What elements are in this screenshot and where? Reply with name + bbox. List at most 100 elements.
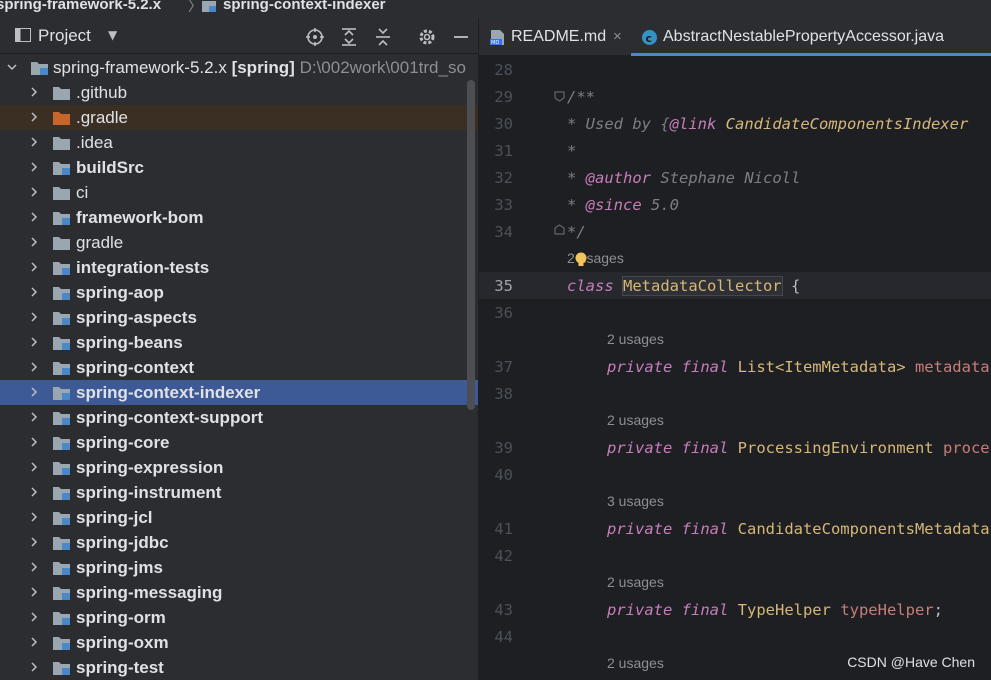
chevron-right-icon[interactable] xyxy=(28,586,40,598)
chevron-right-icon[interactable] xyxy=(28,286,40,298)
chevron-right-icon[interactable] xyxy=(28,611,40,623)
tree-item[interactable]: integration-tests xyxy=(0,255,478,280)
usages-hint[interactable]: 2 usages xyxy=(607,412,664,428)
chevron-right-icon[interactable] xyxy=(28,486,40,498)
code-token: * Used by { xyxy=(567,115,670,133)
line-number: 32 xyxy=(494,169,513,187)
tree-item[interactable]: spring-context xyxy=(0,355,478,380)
tree-item[interactable]: spring-context-support xyxy=(0,405,478,430)
tree-item[interactable]: spring-jdbc xyxy=(0,530,478,555)
breadcrumb-project[interactable]: spring-framework-5.2.x xyxy=(0,0,161,13)
usages-hint[interactable]: 3 usages xyxy=(607,493,664,509)
tree-item[interactable]: gradle xyxy=(0,230,478,255)
tree-item[interactable]: spring-beans xyxy=(0,330,478,355)
chevron-right-icon[interactable] xyxy=(28,636,40,648)
scrollbar-thumb[interactable] xyxy=(467,80,475,410)
tree-item[interactable]: ci xyxy=(0,180,478,205)
module-folder-icon xyxy=(53,437,70,450)
line-number: 31 xyxy=(494,142,513,160)
locate-icon[interactable] xyxy=(305,27,325,47)
tab-abstract-nestable-property-accessor[interactable]: c AbstractNestablePropertyAccessor.java xyxy=(631,18,991,56)
line-number: 36 xyxy=(494,304,513,322)
tree-item-label: spring-jms xyxy=(76,558,163,577)
chevron-right-icon[interactable] xyxy=(28,86,40,98)
code-token: processingEnvironment xyxy=(942,439,991,457)
chevron-right-icon[interactable] xyxy=(28,111,40,123)
code-text: private final CandidateComponentsMetadat… xyxy=(607,520,990,538)
chevron-right-icon[interactable] xyxy=(28,361,40,373)
tree-item[interactable]: spring-core xyxy=(0,430,478,455)
code-view[interactable]: 28 29 /** 30 * Used by {@link CandidateC… xyxy=(479,56,991,680)
chevron-right-icon[interactable] xyxy=(28,411,40,423)
chevron-right-icon[interactable] xyxy=(28,211,40,223)
chevron-down-icon[interactable] xyxy=(6,61,18,73)
breadcrumb: spring-framework-5.2.x 〉 spring-context-… xyxy=(0,0,991,18)
tree-item[interactable]: spring-orm xyxy=(0,605,478,630)
tree-item[interactable]: spring-expression xyxy=(0,455,478,480)
chevron-right-icon[interactable] xyxy=(28,661,40,673)
editor-area: MD README.md × c AbstractNestablePropert… xyxy=(479,18,991,680)
fold-icon[interactable] xyxy=(554,224,565,235)
close-icon[interactable]: × xyxy=(613,28,622,45)
tree-item[interactable]: .github xyxy=(0,80,478,105)
code-token: ; xyxy=(933,601,943,619)
module-folder-icon xyxy=(53,337,70,350)
tree-item[interactable]: spring-messaging xyxy=(0,580,478,605)
chevron-right-icon[interactable] xyxy=(28,511,40,523)
tree-item[interactable]: spring-jcl xyxy=(0,505,478,530)
code-token: ProcessingEnvironment xyxy=(737,439,943,457)
project-view-title[interactable]: Project xyxy=(38,26,91,46)
code-token: @link xyxy=(669,115,717,133)
tree-item[interactable]: .idea xyxy=(0,130,478,155)
usages-hint[interactable]: 2 usages xyxy=(607,655,664,671)
chevron-right-icon[interactable] xyxy=(28,236,40,248)
usages-hint[interactable]: 2 usages xyxy=(607,331,664,347)
chevron-right-icon[interactable] xyxy=(28,536,40,548)
tree-item[interactable]: buildSrc xyxy=(0,155,478,180)
line-number: 39 xyxy=(494,439,513,457)
tree-item[interactable]: spring-test xyxy=(0,655,478,680)
minimize-icon[interactable] xyxy=(451,27,471,47)
code-line: 33 * @since 5.0 xyxy=(479,191,991,218)
collapse-all-icon[interactable] xyxy=(373,27,393,47)
line-number: 40 xyxy=(494,466,513,484)
code-text: * Used by {@link CandidateComponentsInde… xyxy=(567,115,968,133)
tree-item[interactable]: framework-bom xyxy=(0,205,478,230)
chevron-right-icon[interactable] xyxy=(28,261,40,273)
usages-hint[interactable]: 2 usages xyxy=(607,574,664,590)
tab-readme[interactable]: MD README.md × xyxy=(479,18,631,56)
chevron-right-icon[interactable] xyxy=(28,161,40,173)
chevron-down-icon[interactable]: ▼ xyxy=(108,28,117,42)
chevron-right-icon[interactable] xyxy=(28,336,40,348)
module-folder-icon xyxy=(53,362,70,375)
code-line: 32 * @author Stephane Nicoll xyxy=(479,164,991,191)
breadcrumb-module[interactable]: spring-context-indexer xyxy=(223,0,386,13)
tree-item[interactable]: spring-instrument xyxy=(0,480,478,505)
code-line: 40 xyxy=(479,461,991,488)
code-line: 29 /** xyxy=(479,83,991,110)
tree-root-row[interactable]: spring-framework-5.2.x [spring] D:\002wo… xyxy=(0,55,478,80)
tree-item[interactable]: spring-aop xyxy=(0,280,478,305)
tree-item[interactable]: spring-jms xyxy=(0,555,478,580)
expand-all-icon[interactable] xyxy=(339,27,359,47)
tree-item[interactable]: spring-oxm xyxy=(0,630,478,655)
tree-item[interactable]: spring-context-indexer xyxy=(0,380,478,405)
fold-icon[interactable] xyxy=(554,91,565,102)
chevron-right-icon[interactable] xyxy=(28,561,40,573)
lightbulb-icon[interactable] xyxy=(574,252,588,268)
chevron-right-icon[interactable] xyxy=(28,436,40,448)
folder-icon xyxy=(53,187,70,200)
chevron-right-icon[interactable] xyxy=(28,386,40,398)
gear-icon[interactable] xyxy=(417,27,437,47)
chevron-right-icon[interactable] xyxy=(28,311,40,323)
chevron-right-icon[interactable] xyxy=(28,186,40,198)
module-folder-icon xyxy=(53,412,70,425)
root-tag: [spring] xyxy=(231,58,295,77)
tree-item-label: spring-context-support xyxy=(76,408,263,427)
tree-item[interactable]: .gradle xyxy=(0,105,478,130)
chevron-right-icon[interactable] xyxy=(28,136,40,148)
chevron-right-icon[interactable] xyxy=(28,461,40,473)
tree-item[interactable]: spring-aspects xyxy=(0,305,478,330)
code-token: TypeHelper xyxy=(737,601,841,619)
tree-item-label: .gradle xyxy=(76,108,128,127)
